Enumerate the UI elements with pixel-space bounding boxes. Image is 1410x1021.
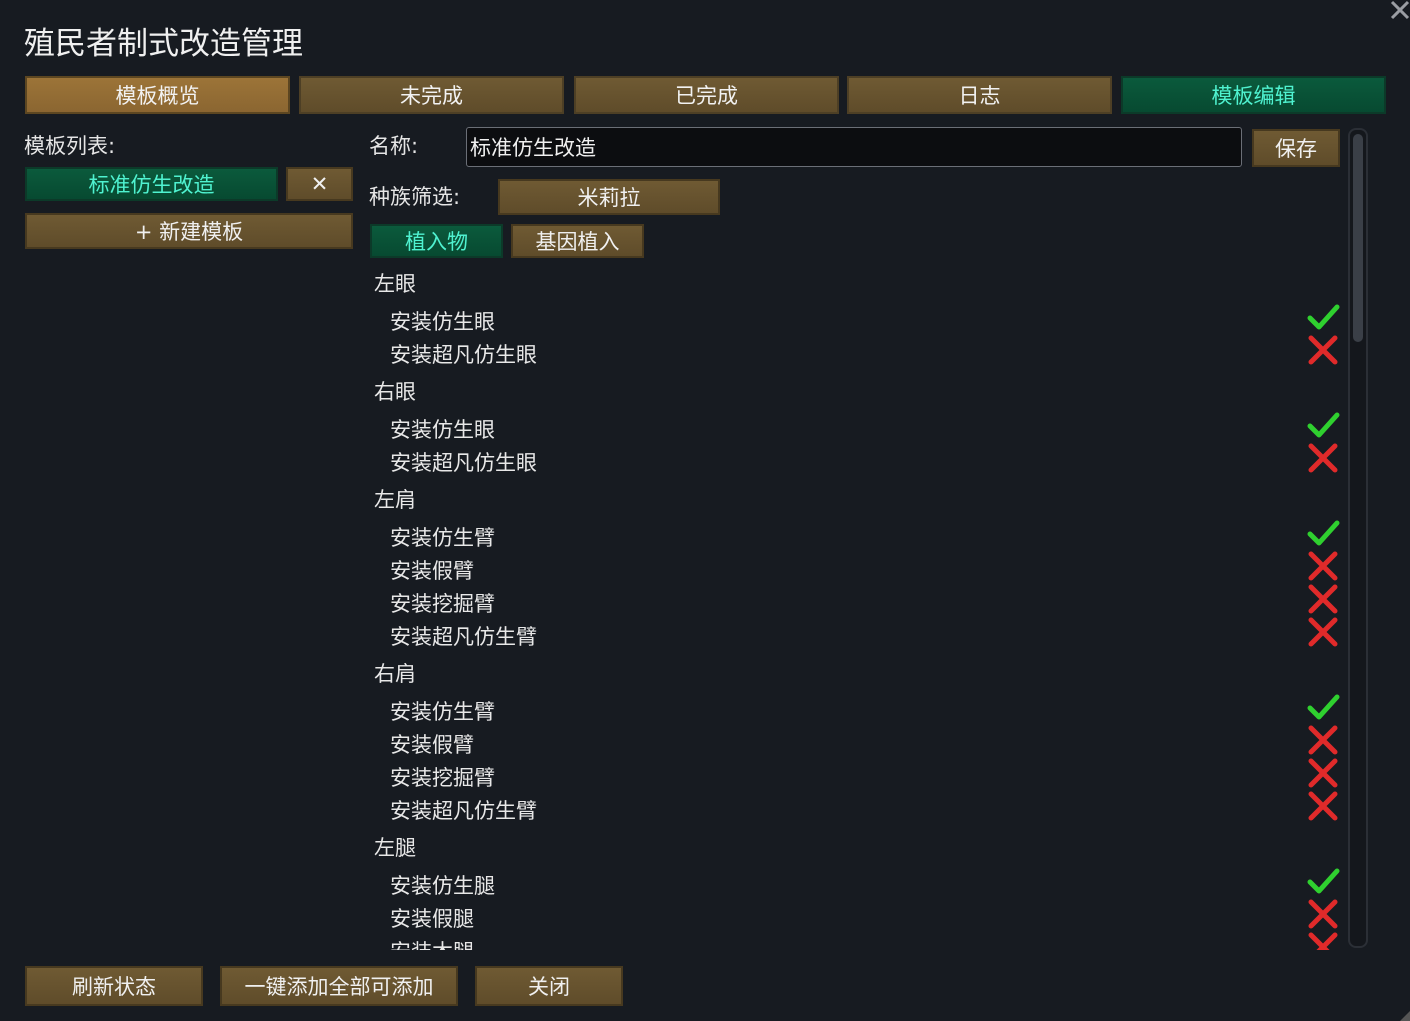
check-icon[interactable] — [1306, 864, 1340, 898]
surgery-row[interactable]: 安装超凡仿生眼 — [366, 335, 1346, 368]
body-part-heading: 左肩 — [374, 488, 416, 512]
surgery-row[interactable]: 安装超凡仿生臂 — [366, 617, 1346, 650]
surgery-row[interactable]: 安装仿生腿 — [366, 866, 1346, 899]
surgery-row[interactable]: 安装假腿 — [366, 899, 1346, 932]
cross-icon[interactable] — [1306, 549, 1340, 583]
tab-completed[interactable]: 已完成 — [574, 76, 839, 114]
template-name-input[interactable] — [466, 127, 1242, 167]
subtab-gene-implants[interactable]: 基因植入 — [511, 224, 644, 258]
cross-icon[interactable] — [1306, 897, 1340, 931]
surgery-label: 安装假臂 — [390, 733, 474, 757]
surgery-label: 安装假腿 — [390, 907, 474, 931]
cross-icon[interactable] — [1306, 723, 1340, 757]
check-icon[interactable] — [1306, 408, 1340, 442]
tab-template-edit[interactable]: 模板编辑 — [1121, 76, 1386, 114]
subtab-implants[interactable]: 植入物 — [370, 224, 503, 258]
race-filter-label: 种族筛选: — [369, 185, 461, 209]
surgery-row[interactable]: 安装挖掘臂 — [366, 584, 1346, 617]
surgery-row[interactable]: 安装假臂 — [366, 551, 1346, 584]
tab-log[interactable]: 日志 — [847, 76, 1112, 114]
surgery-label: 安装仿生臂 — [390, 526, 495, 550]
delete-template-button[interactable]: ✕ — [286, 167, 353, 201]
surgery-label: 安装超凡仿生臂 — [390, 799, 537, 823]
cross-icon[interactable] — [1306, 756, 1340, 790]
surgery-label: 安装假臂 — [390, 559, 474, 583]
refresh-status-button[interactable]: 刷新状态 — [25, 966, 203, 1006]
body-part-heading: 右肩 — [374, 662, 416, 686]
close-icon[interactable] — [1386, 0, 1410, 24]
surgery-label: 安装挖掘臂 — [390, 592, 495, 616]
save-button[interactable]: 保存 — [1252, 129, 1340, 167]
surgery-row[interactable]: 安装超凡仿生臂 — [366, 791, 1346, 824]
surgery-label: 安装仿生腿 — [390, 874, 495, 898]
surgery-label: 安装超凡仿生臂 — [390, 625, 537, 649]
surgery-row[interactable]: 安装仿生眼 — [366, 302, 1346, 335]
window-title: 殖民者制式改造管理 — [24, 26, 303, 62]
tab-incomplete[interactable]: 未完成 — [299, 76, 564, 114]
cross-icon[interactable] — [1306, 789, 1340, 823]
cross-icon[interactable] — [1306, 582, 1340, 616]
template-item-standard[interactable]: 标准仿生改造 — [25, 167, 278, 201]
surgery-label: 安装仿生臂 — [390, 700, 495, 724]
surgery-label: 安装挖掘臂 — [390, 766, 495, 790]
cross-icon[interactable] — [1306, 333, 1340, 367]
surgery-row[interactable]: 安装仿生臂 — [366, 692, 1346, 725]
body-part-heading: 左眼 — [374, 272, 416, 296]
check-icon[interactable] — [1306, 300, 1340, 334]
surgery-row[interactable]: 安装假臂 — [366, 725, 1346, 758]
cross-icon[interactable] — [1306, 441, 1340, 475]
surgery-row[interactable]: 安装木腿 — [366, 932, 1346, 950]
check-icon[interactable] — [1306, 516, 1340, 550]
new-template-button[interactable]: + 新建模板 — [25, 213, 353, 249]
cross-icon[interactable] — [1306, 615, 1340, 649]
scrollbar-thumb[interactable] — [1353, 134, 1363, 342]
scrollbar[interactable] — [1348, 128, 1368, 948]
surgery-label: 安装超凡仿生眼 — [390, 343, 537, 367]
surgery-row[interactable]: 安装仿生臂 — [366, 518, 1346, 551]
name-label: 名称: — [369, 134, 419, 158]
cross-icon[interactable] — [1306, 930, 1340, 950]
add-all-button[interactable]: 一键添加全部可添加 — [220, 966, 458, 1006]
race-filter-button[interactable]: 米莉拉 — [498, 179, 720, 215]
template-list-heading: 模板列表: — [24, 134, 116, 158]
surgery-row[interactable]: 安装挖掘臂 — [366, 758, 1346, 791]
surgery-list: 左眼 安装仿生眼 安装超凡仿生眼 右眼 安装仿生眼 安装超凡仿生眼 左肩 安装仿生臂 安装假臂安… — [366, 262, 1346, 950]
close-button[interactable]: 关闭 — [475, 966, 623, 1006]
surgery-label: 安装仿生眼 — [390, 418, 495, 442]
surgery-row[interactable]: 安装超凡仿生眼 — [366, 443, 1346, 476]
resize-handle[interactable] — [1400, 1011, 1410, 1021]
surgery-label: 安装超凡仿生眼 — [390, 451, 537, 475]
surgery-label: 安装仿生眼 — [390, 310, 495, 334]
check-icon[interactable] — [1306, 690, 1340, 724]
tab-overview[interactable]: 模板概览 — [25, 76, 290, 114]
body-part-heading: 右眼 — [374, 380, 416, 404]
surgery-row[interactable]: 安装仿生眼 — [366, 410, 1346, 443]
body-part-heading: 左腿 — [374, 836, 416, 860]
surgery-label: 安装木腿 — [390, 936, 474, 950]
